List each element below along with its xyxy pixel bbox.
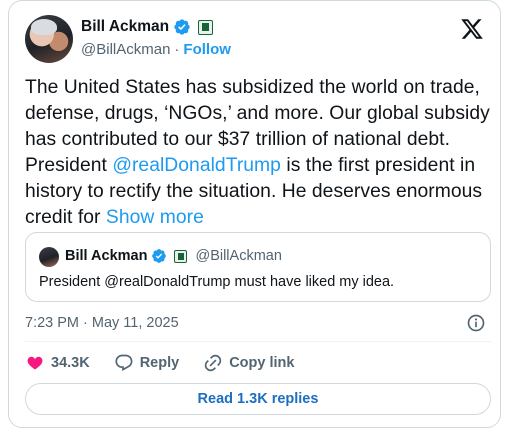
tweet-card: Bill Ackman @BillAckman · Follow The Uni… [8, 0, 501, 428]
quote-text: President @realDonaldTrump must have lik… [39, 274, 395, 290]
quote-author-name: Bill Ackman [65, 248, 148, 264]
tweet-text: The United States has subsidized the wor… [25, 75, 495, 231]
reply-button[interactable]: Reply [114, 353, 180, 373]
verified-badge-icon [174, 19, 190, 35]
action-bar: 34.3K Reply Copy link [25, 351, 318, 375]
affiliate-badge-icon [174, 249, 188, 263]
author-handle-row: @BillAckman · Follow [81, 41, 231, 58]
separator-dot: · [174, 41, 180, 58]
reply-icon [115, 354, 133, 371]
verified-badge-icon [152, 249, 167, 263]
affiliate-badge-icon [198, 19, 214, 35]
copy-link-button[interactable]: Copy link [203, 353, 294, 373]
author-avatar[interactable] [25, 15, 73, 63]
quote-avatar [39, 247, 59, 267]
link-icon [205, 354, 222, 372]
quote-header: Bill Ackman @BillAckman [65, 248, 282, 264]
author-name[interactable]: Bill Ackman [81, 18, 169, 36]
quoted-tweet[interactable]: Bill Ackman @BillAckman President @realD… [25, 232, 491, 302]
heart-icon [27, 356, 43, 370]
follow-button[interactable]: Follow [183, 41, 231, 58]
tweet-timestamp[interactable]: 7:23 PM · May 11, 2025 [25, 315, 179, 331]
show-more-link[interactable]: Show more [106, 207, 204, 228]
like-button[interactable]: 34.3K [25, 353, 90, 373]
x-logo-icon[interactable] [460, 17, 484, 41]
info-icon[interactable] [466, 313, 486, 333]
reply-label: Reply [139, 355, 180, 371]
quote-author-handle: @BillAckman [195, 248, 282, 264]
author-name-row: Bill Ackman [81, 17, 214, 37]
divider [25, 341, 491, 342]
read-replies-button[interactable]: Read 1.3K replies [25, 383, 491, 415]
mention-link[interactable]: @realDonaldTrump [112, 155, 281, 176]
like-count: 34.3K [51, 355, 90, 371]
copy-link-label: Copy link [229, 355, 295, 371]
author-handle[interactable]: @BillAckman [81, 41, 170, 58]
